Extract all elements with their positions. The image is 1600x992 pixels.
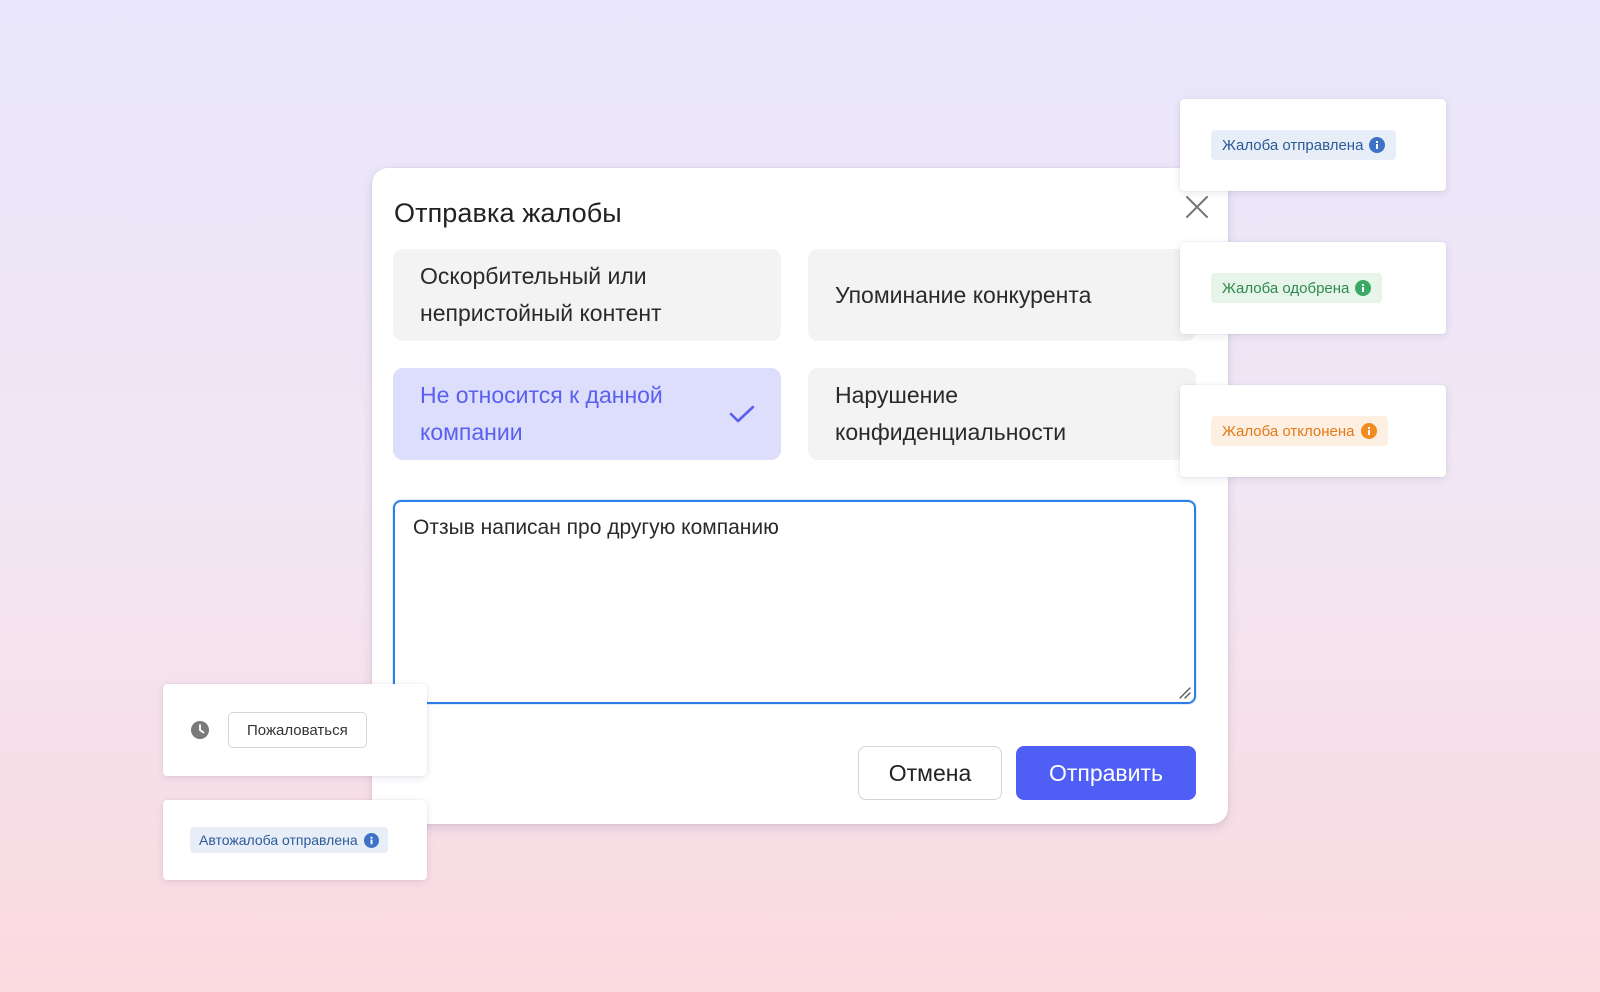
clock-icon — [190, 720, 210, 740]
comment-textarea[interactable]: Отзыв написан про другую компанию — [393, 500, 1196, 704]
status-badge-sent: Жалоба отправлена — [1211, 130, 1397, 160]
badge-label: Жалоба одобрена — [1222, 279, 1350, 297]
info-icon[interactable] — [1369, 137, 1386, 153]
submit-button[interactable]: Отправить — [1016, 746, 1196, 800]
badge-label: Жалоба отправлена — [1222, 136, 1364, 154]
option-label: Нарушение конфиденциальности — [835, 382, 1067, 445]
dialog-title: Отправка жалобы — [394, 198, 622, 228]
info-icon[interactable] — [363, 832, 379, 848]
complaint-dialog: Отправка жалобы Оскорбительный или непри… — [372, 168, 1228, 824]
comment-value: Отзыв написан про другую компанию — [413, 516, 779, 539]
status-badge-approved: Жалоба одобрена — [1211, 273, 1383, 303]
status-card-approved: Жалоба одобрена — [1180, 242, 1446, 334]
info-icon[interactable] — [1360, 423, 1377, 439]
option-privacy-violation[interactable]: Нарушение конфиденциальности — [808, 368, 1196, 460]
resize-handle-icon[interactable] — [1177, 685, 1191, 699]
auto-complaint-card: Автожалоба отправлена — [163, 800, 427, 880]
badge-label: Жалоба отклонена — [1222, 422, 1355, 440]
status-card-rejected: Жалоба отклонена — [1180, 385, 1446, 477]
status-badge-rejected: Жалоба отклонена — [1211, 416, 1388, 446]
option-label: Упоминание конкурента — [835, 281, 1092, 308]
close-icon — [1186, 196, 1208, 218]
check-icon — [729, 404, 755, 424]
badge-label: Автожалоба отправлена — [199, 832, 358, 848]
option-not-related[interactable]: Не относится к данной компании — [393, 368, 781, 460]
close-button[interactable] — [1182, 192, 1212, 222]
complain-card: Пожаловаться — [163, 684, 427, 776]
option-offensive-content[interactable]: Оскорбительный или непристойный контент — [393, 249, 781, 341]
complain-button[interactable]: Пожаловаться — [228, 712, 367, 748]
info-icon[interactable] — [1355, 280, 1372, 296]
cancel-button[interactable]: Отмена — [858, 746, 1002, 800]
status-badge-auto: Автожалоба отправлена — [190, 827, 388, 853]
status-card-sent: Жалоба отправлена — [1180, 99, 1446, 191]
option-competitor-mention[interactable]: Упоминание конкурента — [808, 249, 1196, 341]
option-label: Не относится к данной компании — [420, 382, 663, 445]
option-label: Оскорбительный или непристойный контент — [420, 263, 662, 326]
